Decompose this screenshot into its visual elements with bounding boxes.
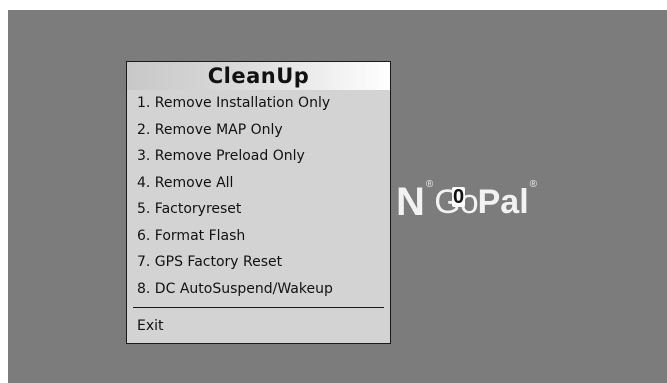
dialog-title: CleanUp: [127, 62, 390, 90]
menu-item-dc-autosuspend[interactable]: 8. DC AutoSuspend/Wakeup: [127, 276, 390, 303]
menu-divider: [133, 307, 384, 308]
exit-button[interactable]: Exit: [127, 314, 390, 338]
brand-pal: Pal: [477, 183, 529, 221]
menu-item-remove-map[interactable]: 2. Remove MAP Only: [127, 117, 390, 144]
brand-fragment: N: [396, 180, 425, 224]
text-cursor-glyph: 0: [452, 186, 466, 208]
menu-item-remove-all[interactable]: 4. Remove All: [127, 170, 390, 197]
gopal-logo: N®GoPal®: [396, 179, 538, 223]
menu-item-format-flash[interactable]: 6. Format Flash: [127, 223, 390, 250]
cleanup-dialog: CleanUp 1. Remove Installation Only 2. R…: [126, 61, 391, 344]
menu-item-gps-factory-reset[interactable]: 7. GPS Factory Reset: [127, 249, 390, 276]
menu-item-remove-installation[interactable]: 1. Remove Installation Only: [127, 90, 390, 117]
cleanup-menu: 1. Remove Installation Only 2. Remove MA…: [127, 90, 390, 302]
registered-mark-2: ®: [529, 179, 538, 190]
menu-item-remove-preload[interactable]: 3. Remove Preload Only: [127, 143, 390, 170]
menu-item-factoryreset[interactable]: 5. Factoryreset: [127, 196, 390, 223]
registered-mark: ®: [425, 179, 434, 190]
